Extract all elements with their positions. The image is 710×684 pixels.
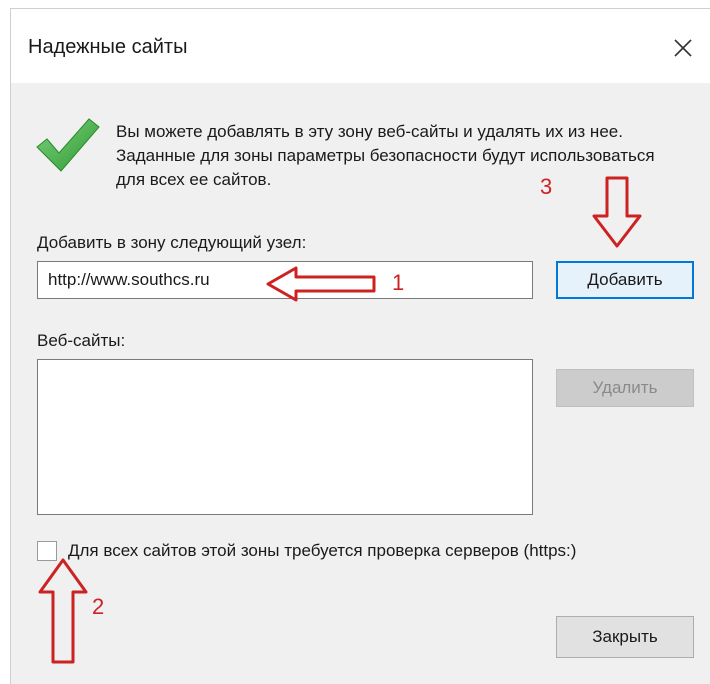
add-site-label: Добавить в зону следующий узел: (37, 233, 307, 252)
websites-label: Веб-сайты: (37, 331, 126, 350)
websites-list[interactable] (37, 359, 533, 515)
dialog-title: Надежные сайты (28, 36, 188, 58)
add-button[interactable]: Добавить (556, 261, 694, 299)
https-required-label: Для всех сайтов этой зоны требуется пров… (68, 541, 577, 560)
step-1-label: 1 (392, 270, 405, 295)
step-3-label: 3 (540, 174, 553, 199)
arrow-left-icon (266, 266, 376, 302)
trusted-sites-dialog: Надежные сайты Вы можете добавлять в эту… (10, 8, 710, 684)
title-bar: Надежные сайты (11, 9, 710, 83)
green-checkmark-icon (33, 113, 101, 182)
dialog-content: Вы можете добавлять в эту зону веб-сайты… (11, 83, 710, 684)
arrow-down-icon (592, 176, 642, 248)
remove-button[interactable]: Удалить (556, 369, 694, 407)
close-icon[interactable] (666, 31, 700, 65)
close-button[interactable]: Закрыть (556, 616, 694, 658)
step-2-label: 2 (92, 594, 105, 619)
arrow-up-icon (38, 558, 88, 664)
